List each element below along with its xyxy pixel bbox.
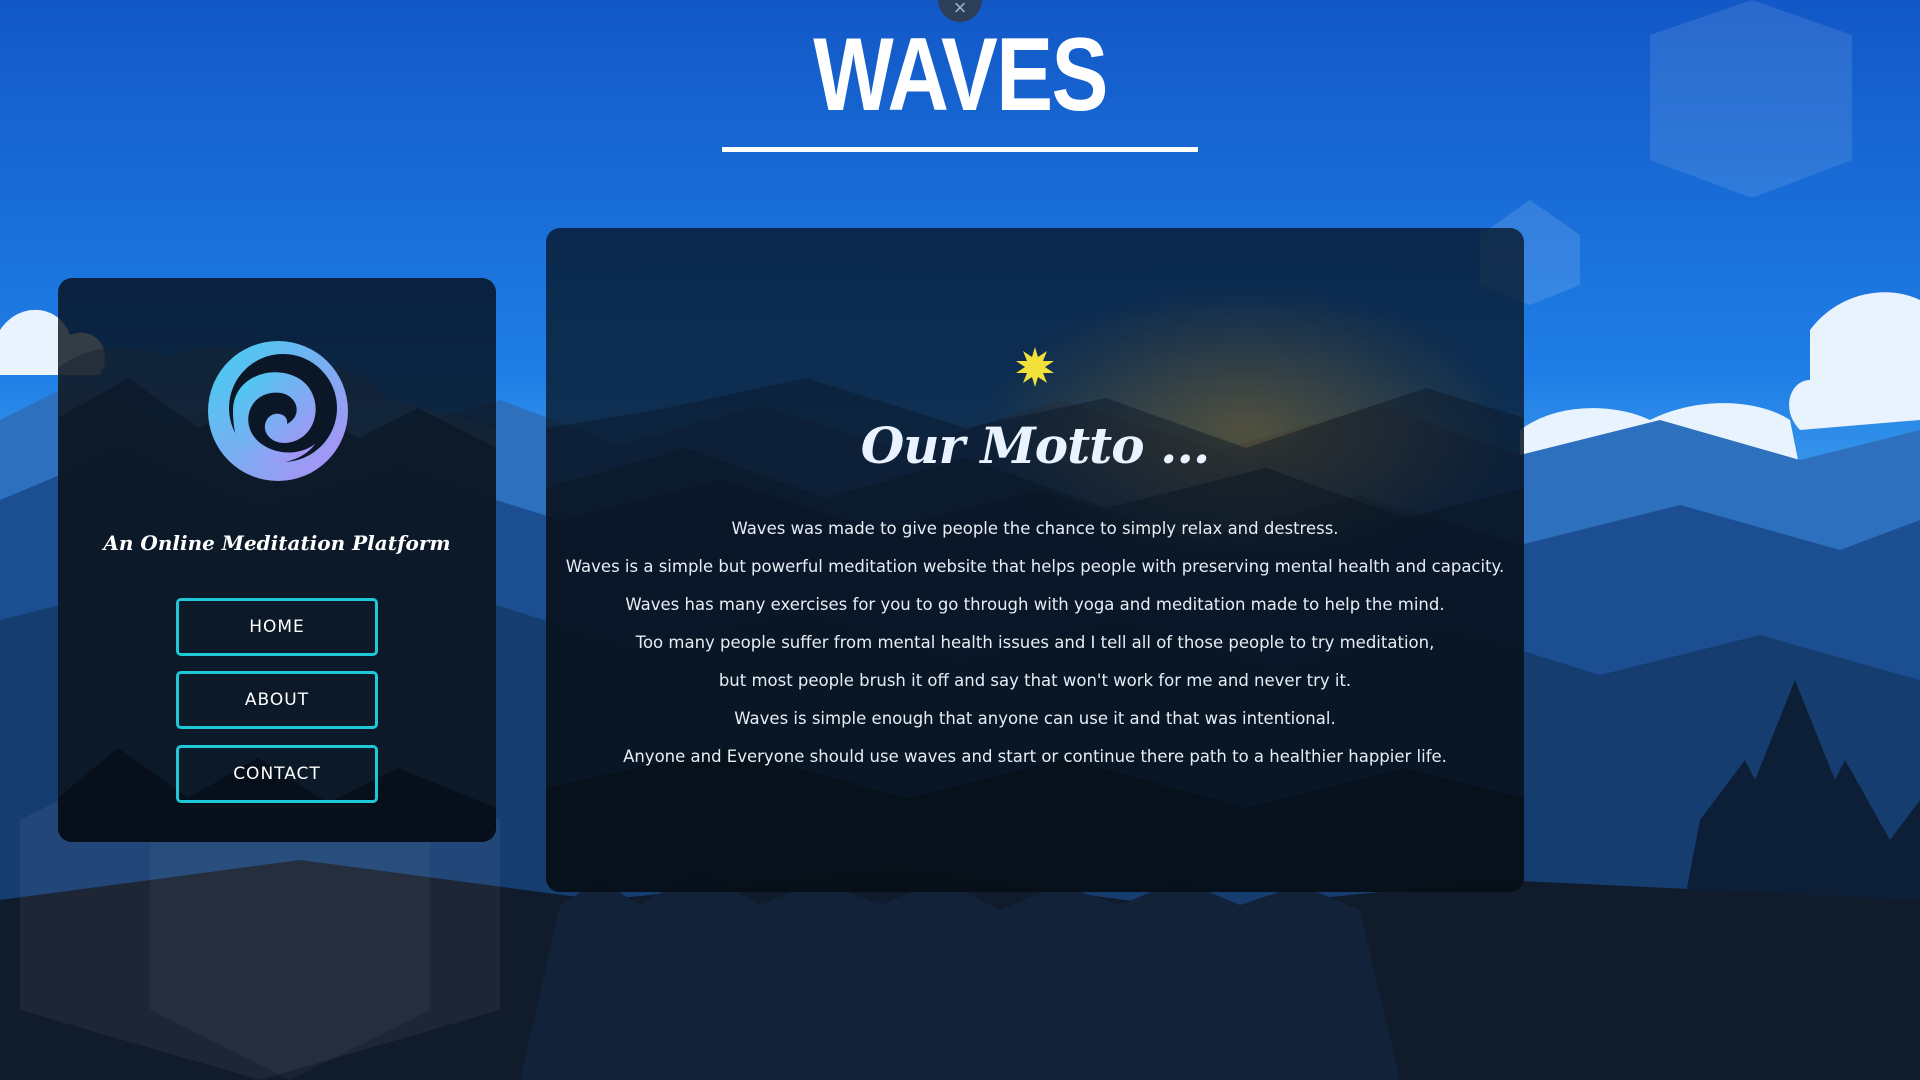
about-button[interactable]: ABOUT — [176, 671, 378, 729]
motto-title: Our Motto ... — [860, 416, 1211, 475]
motto-line: Waves is a simple but powerful meditatio… — [565, 557, 1505, 576]
sidebar-panel: An Online Meditation Platform HOME ABOUT… — [58, 278, 496, 842]
title-underline — [722, 147, 1198, 152]
home-button[interactable]: HOME — [176, 598, 378, 656]
motto-line: Waves is simple enough that anyone can u… — [734, 709, 1336, 728]
motto-line: but most people brush it off and say tha… — [718, 671, 1352, 690]
motto-line: Waves was made to give people the chance… — [731, 519, 1339, 538]
sun-icon — [1016, 347, 1054, 387]
motto-line: Anyone and Everyone should use waves and… — [623, 747, 1447, 766]
tagline: An Online Meditation Platform — [103, 531, 451, 555]
site-title: WAVES — [813, 17, 1108, 133]
motto-line: Too many people suffer from mental healt… — [635, 633, 1435, 652]
swirl-wave-logo-icon — [208, 341, 348, 481]
motto-text: Waves was made to give people the chance… — [546, 510, 1524, 776]
motto-line: Waves has many exercises for you to go t… — [625, 595, 1445, 614]
contact-button[interactable]: CONTACT — [176, 745, 378, 803]
motto-panel: Our Motto ... Waves was made to give peo… — [546, 228, 1524, 892]
